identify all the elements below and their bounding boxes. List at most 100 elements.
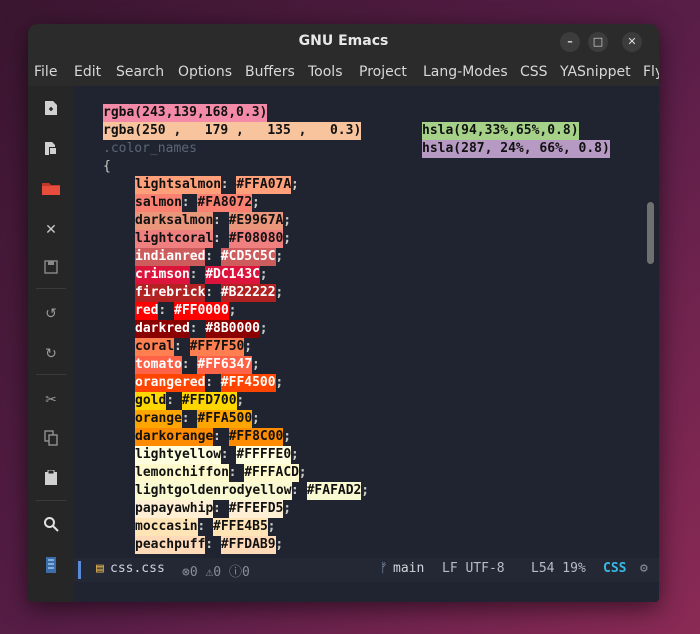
semicolon: ;: [275, 285, 284, 300]
colon: :: [158, 303, 175, 318]
major-mode[interactable]: CSS: [603, 561, 626, 576]
cursor-position: L54 19%: [531, 561, 586, 576]
colon: :: [220, 177, 237, 192]
hex-value-swatch: #FFDAB9: [220, 536, 276, 554]
search-icon[interactable]: [41, 516, 61, 536]
css-selector: .color_names: [103, 141, 197, 156]
semicolon: ;: [291, 177, 299, 192]
save-icon[interactable]: [41, 260, 61, 280]
buffer-filename[interactable]: css.css: [110, 561, 165, 576]
semicolon: ;: [259, 267, 268, 282]
copy-icon[interactable]: [41, 430, 61, 450]
encoding[interactable]: LF UTF-8: [442, 561, 505, 576]
semicolon: ;: [275, 537, 284, 552]
scrollbar-thumb[interactable]: [647, 202, 654, 264]
close-window-button[interactable]: ✕: [622, 32, 642, 52]
color-name-swatch: lemonchiffon: [135, 464, 229, 482]
rgba-swatch-2: rgba(250 , 179 , 135 , 0.3): [103, 122, 362, 140]
toolbar-separator: [36, 288, 66, 289]
minibuffer[interactable]: [74, 582, 659, 602]
semicolon: ;: [283, 213, 292, 228]
menu-tools[interactable]: Tools: [308, 64, 343, 80]
colon: :: [213, 231, 229, 246]
maximize-button[interactable]: □: [588, 32, 608, 52]
hex-value-swatch: #FF8C00: [228, 428, 284, 446]
color-name-swatch: lightgoldenrodyellow: [135, 482, 292, 500]
hex-value-swatch: #FF7F50: [189, 338, 245, 356]
gear-icon[interactable]: ⚙: [640, 561, 648, 576]
open-file-icon[interactable]: [41, 140, 61, 160]
undo-icon[interactable]: ↺: [41, 304, 61, 324]
menu-flycheck[interactable]: Fly: [643, 64, 659, 80]
hex-value-swatch: #8B0000: [205, 320, 260, 338]
menu-project[interactable]: Project: [359, 64, 407, 80]
menu-css[interactable]: CSS: [520, 64, 548, 80]
hex-value-swatch: #FFFACD: [244, 464, 299, 482]
hex-value-swatch: #CD5C5C: [220, 248, 276, 266]
css-file-icon: ▤: [96, 561, 104, 576]
color-name-swatch: orangered: [135, 374, 206, 392]
colon: :: [220, 447, 237, 462]
semicolon: ;: [275, 249, 284, 264]
color-name-swatch: darksalmon: [135, 212, 214, 230]
semicolon: ;: [252, 411, 260, 426]
menu-edit[interactable]: Edit: [74, 64, 101, 80]
minimize-button[interactable]: –: [560, 32, 580, 52]
diagnostics-count[interactable]: ⊗0 ⚠0 ⓘ0: [182, 561, 250, 580]
colon: :: [213, 429, 229, 444]
code-line-rgba-1: rgba(243,139,168,0.3) hsla(94,33%,65%,0.…: [74, 86, 579, 140]
editor-buffer[interactable]: rgba(243,139,168,0.3) hsla(94,33%,65%,0.…: [74, 86, 659, 578]
menu-yasnippet[interactable]: YASnippet: [560, 64, 631, 80]
semicolon: ;: [244, 339, 253, 354]
menu-options[interactable]: Options: [178, 64, 232, 80]
git-branch[interactable]: main: [393, 561, 424, 576]
paste-icon[interactable]: [41, 469, 61, 490]
hex-value-swatch: #FA8072: [197, 194, 253, 212]
color-name-swatch: firebrick: [135, 284, 206, 302]
color-name-swatch: orange: [135, 410, 182, 428]
colon: :: [166, 393, 182, 408]
menu-buffers[interactable]: Buffers: [245, 64, 295, 80]
menu-bar: File Edit Search Options Buffers Tools P…: [28, 60, 659, 86]
hex-value-swatch: #FF6347: [197, 356, 253, 374]
hex-value-swatch: #FF4500: [220, 374, 276, 392]
colon: :: [181, 357, 198, 372]
color-name-swatch: darkred: [135, 320, 190, 338]
colon: :: [205, 249, 221, 264]
rgba-swatch-1: rgba(243,139,168,0.3): [103, 104, 268, 122]
hex-value-swatch: #FFEFD5: [228, 500, 284, 518]
hex-value-swatch: #E9967A: [228, 212, 284, 230]
color-name-swatch: crimson: [135, 266, 190, 284]
colon: :: [181, 195, 198, 210]
colon: :: [189, 267, 206, 282]
colon: :: [197, 519, 214, 534]
close-icon[interactable]: ✕: [41, 220, 61, 240]
colon: :: [213, 213, 229, 228]
preferences-icon[interactable]: [41, 556, 61, 576]
semicolon: ;: [291, 447, 299, 462]
hsla-swatch-2: hsla(287, 24%, 66%, 0.8): [422, 140, 610, 158]
hex-value-swatch: #FFA07A: [236, 176, 292, 194]
hex-value-swatch: #FF0000: [174, 302, 229, 320]
cut-icon[interactable]: ✂: [41, 390, 61, 410]
colon: :: [213, 501, 229, 516]
colon: :: [205, 537, 221, 552]
color-name-swatch: lightsalmon: [135, 176, 222, 194]
color-name-swatch: salmon: [135, 194, 182, 212]
hex-value-swatch: #B22222: [220, 284, 276, 302]
semicolon: ;: [259, 321, 268, 336]
open-brace: {: [103, 159, 111, 174]
colon: :: [228, 465, 245, 480]
title-bar: GNU Emacs – □ ✕: [28, 24, 659, 60]
menu-lang-modes[interactable]: Lang-Modes: [423, 64, 508, 80]
new-file-icon[interactable]: [41, 100, 61, 120]
colon: :: [205, 285, 221, 300]
menu-file[interactable]: File: [34, 64, 57, 80]
directory-icon[interactable]: [41, 180, 61, 200]
color-name-swatch: red: [135, 302, 159, 320]
color-name-swatch: indianred: [135, 248, 206, 266]
redo-icon[interactable]: ↻: [41, 344, 61, 364]
menu-search[interactable]: Search: [116, 64, 164, 80]
color-name-swatch: lightyellow: [135, 446, 222, 464]
semicolon: ;: [298, 465, 307, 480]
